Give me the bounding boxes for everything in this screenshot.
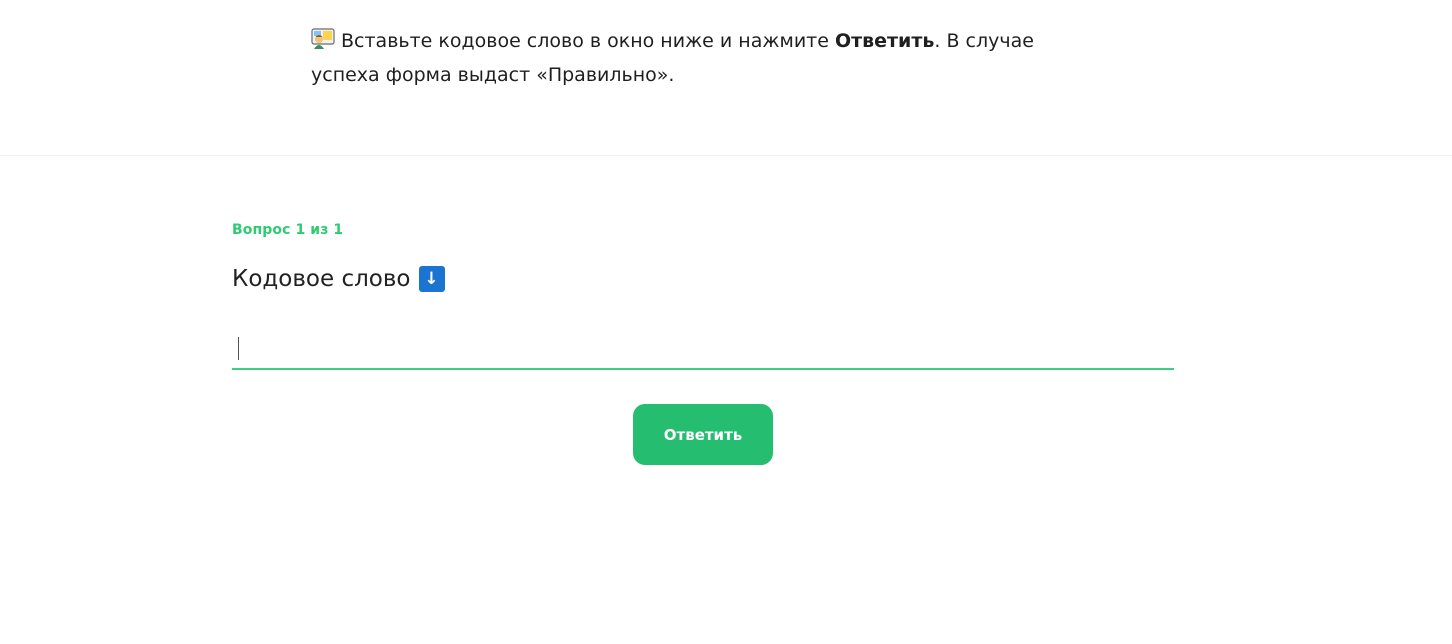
text-caret <box>238 337 239 360</box>
answer-input[interactable] <box>232 328 1174 370</box>
down-arrow-button-icon: ↓ <box>418 266 445 292</box>
question-title-text: Кодовое слово <box>232 266 411 292</box>
person-at-whiteboard-icon <box>311 27 335 49</box>
instruction-text: Вставьте кодовое слово в окно ниже и наж… <box>311 24 1091 92</box>
question-counter: Вопрос 1 из 1 <box>232 222 344 238</box>
submit-answer-button[interactable]: Ответить <box>633 404 773 465</box>
section-divider <box>0 155 1452 156</box>
instruction-text-start: Вставьте кодовое слово в окно ниже и наж… <box>341 30 835 52</box>
question-title: Кодовое слово ↓ <box>232 262 445 296</box>
page: Вставьте кодовое слово в окно ниже и наж… <box>0 0 1452 644</box>
instruction-bold-answer: Ответить <box>834 30 935 52</box>
